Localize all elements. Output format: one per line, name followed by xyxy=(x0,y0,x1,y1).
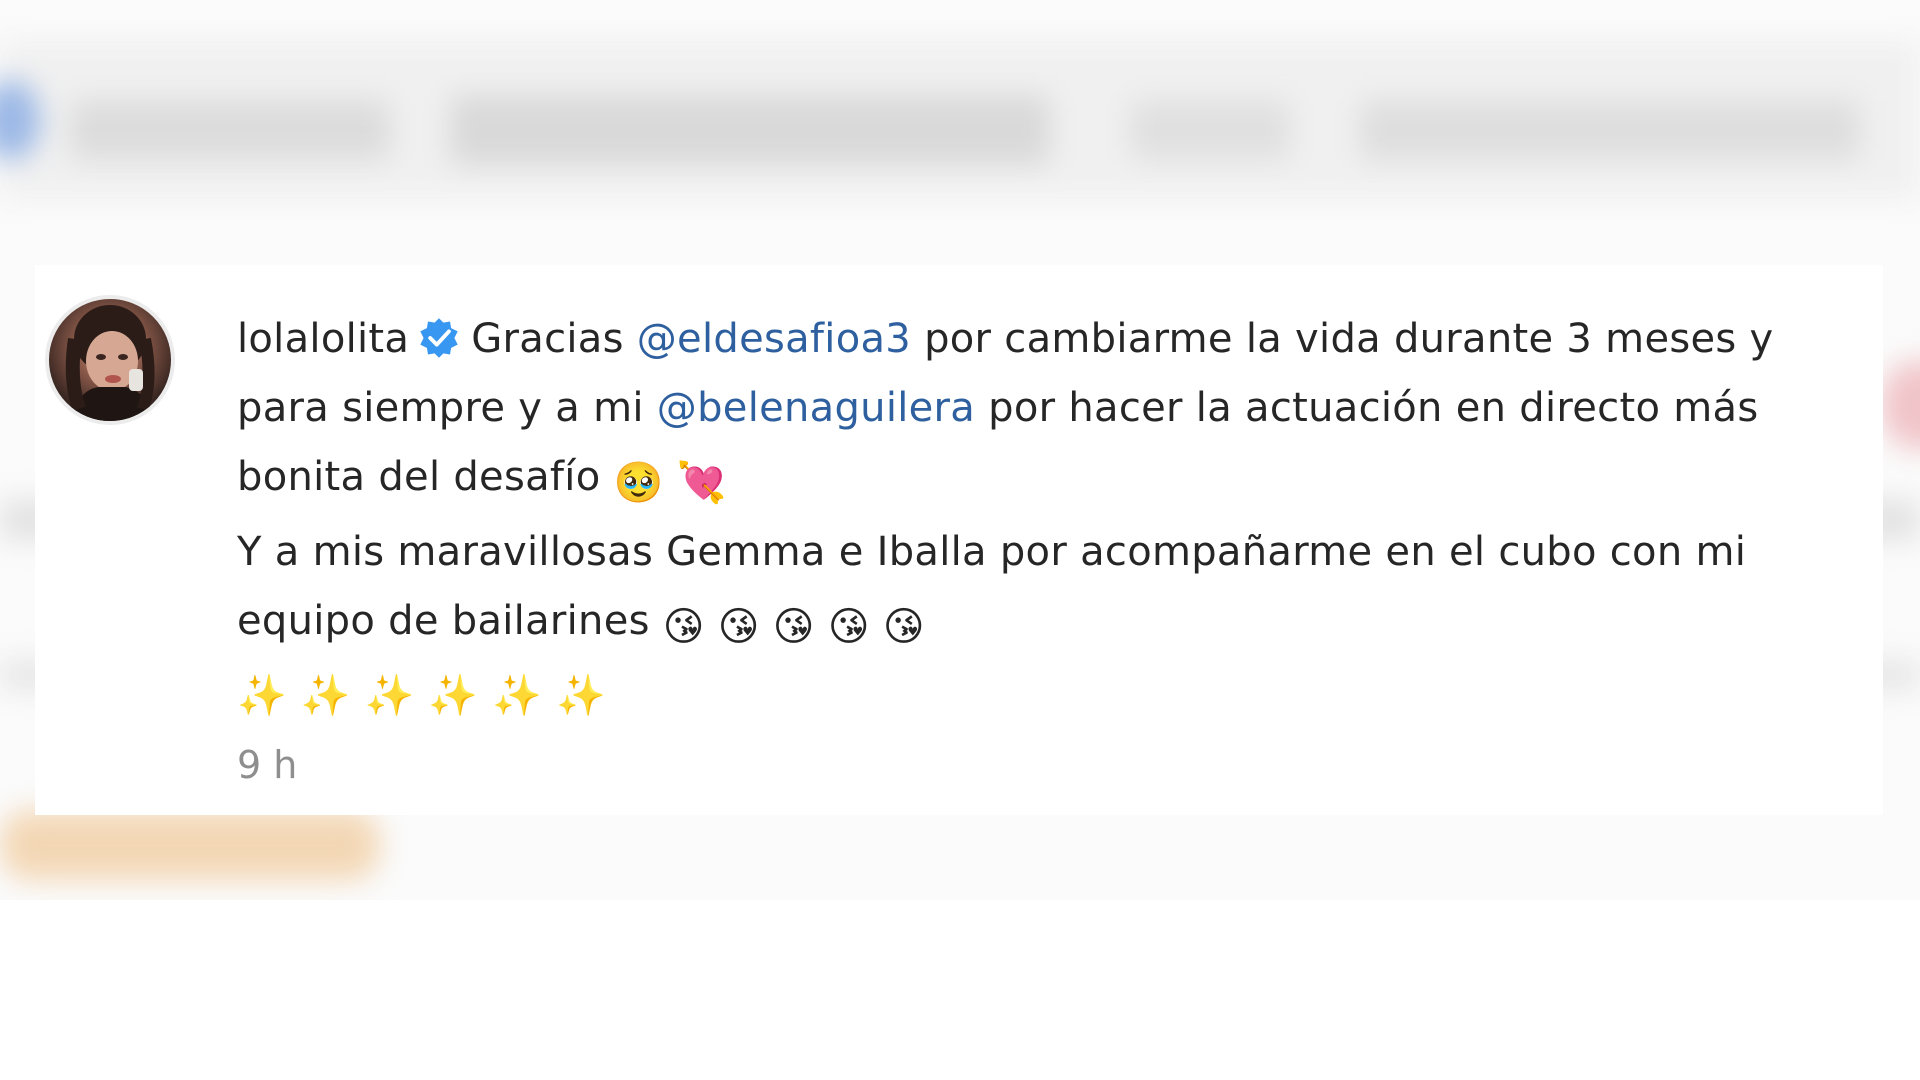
timestamp[interactable]: 9 h xyxy=(237,743,297,787)
comment-text: lolalolita Gracias @eldesafioa3 por cambi… xyxy=(237,305,1837,731)
comment-text-part: Y a mis maravillosas Gemma e Iballa por … xyxy=(237,529,1747,644)
sparkles-emojis: ✨✨✨✨✨✨ xyxy=(237,673,620,719)
verified-badge-icon xyxy=(417,313,461,358)
mention-link[interactable]: @belenaguilera xyxy=(657,385,975,431)
kiss-emojis: 😘 😘 😘 😘 😘 xyxy=(662,604,925,650)
screenshot-stage: lolalolita Gracias @eldesafioa3 por cambi… xyxy=(0,0,1920,1080)
heart-arrow-emoji: 💘 xyxy=(676,460,727,506)
comment-card: lolalolita Gracias @eldesafioa3 por cambi… xyxy=(35,265,1883,815)
mention-link[interactable]: @eldesafioa3 xyxy=(637,316,911,362)
pleading-face-emoji: 🥹 xyxy=(613,460,664,506)
username-link[interactable]: lolalolita xyxy=(237,316,409,362)
bottom-area xyxy=(0,900,1920,1080)
comment-text-part: Gracias xyxy=(471,316,637,362)
avatar[interactable] xyxy=(45,295,175,425)
